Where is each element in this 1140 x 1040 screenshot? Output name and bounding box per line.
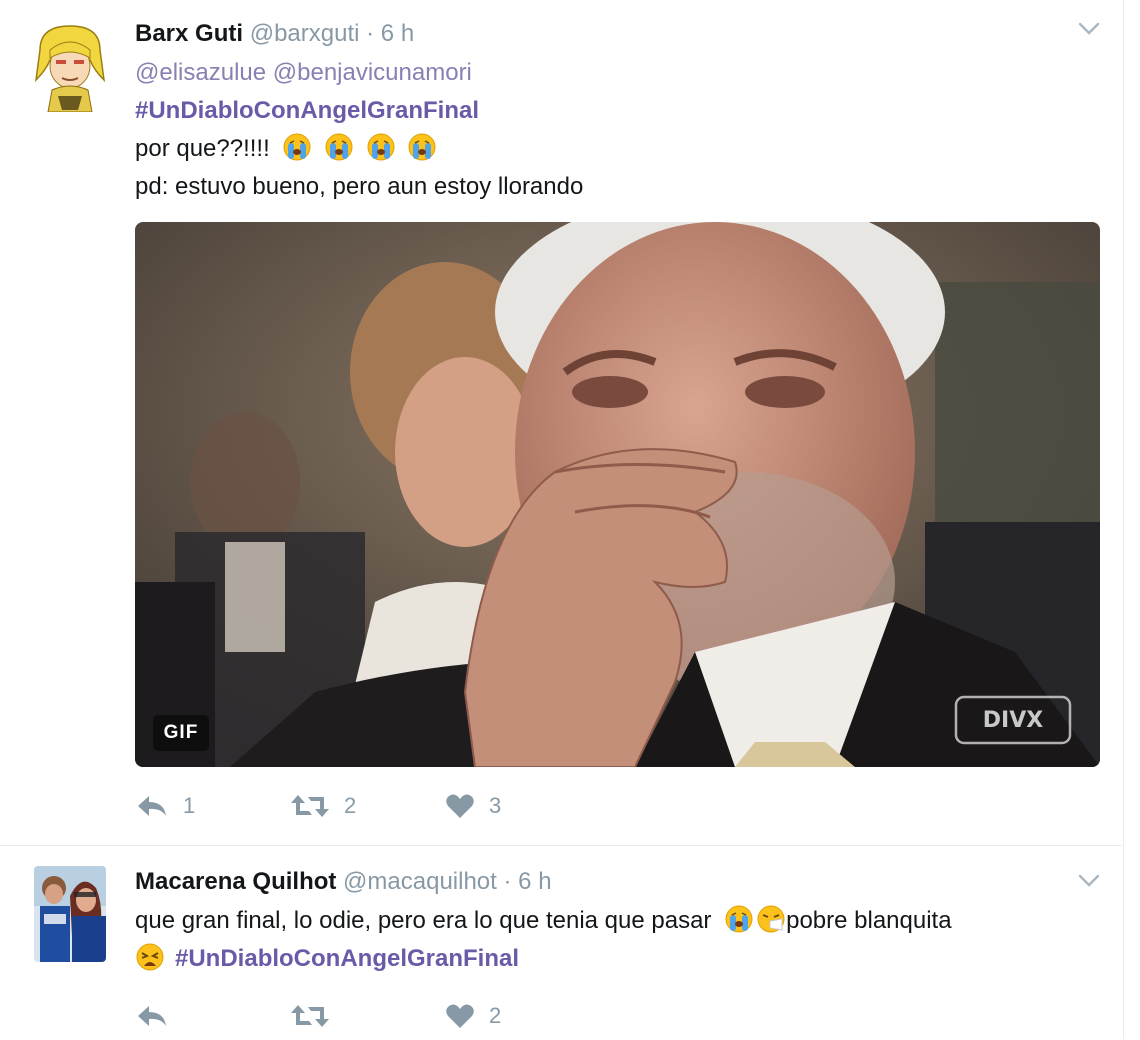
- tweet-text-line: que gran final, lo odie, pero era lo que…: [135, 902, 1102, 940]
- tweet[interactable]: Macarena Quilhot @macaquilhot · 6 h que …: [0, 845, 1122, 1040]
- tweet-header: Macarena Quilhot @macaquilhot · 6 h: [135, 862, 1102, 902]
- reply-button[interactable]: 1: [135, 786, 195, 826]
- reply-count: 1: [183, 793, 196, 818]
- crying-face-icon: [283, 133, 311, 161]
- heart-icon: [446, 794, 474, 818]
- tweet-time[interactable]: 6 h: [518, 868, 551, 895]
- like-count: 3: [489, 793, 502, 818]
- retweet-button[interactable]: [290, 996, 344, 1036]
- divx-watermark: DIVX: [954, 695, 1072, 745]
- avatar[interactable]: [34, 20, 106, 112]
- tweet-text: pobre blanquita: [786, 907, 952, 934]
- heart-icon: [446, 1004, 474, 1028]
- author-handle[interactable]: @macaquilhot: [343, 868, 497, 895]
- separator-dot: ·: [366, 20, 375, 47]
- retweet-icon: [291, 795, 329, 817]
- tweet[interactable]: Barx Guti @barxguti · 6 h @elisazulue @b…: [0, 0, 1122, 845]
- hashtag-link[interactable]: #UnDiabloConAngelGranFinal: [175, 945, 519, 972]
- gif-badge: GIF: [153, 715, 209, 751]
- reply-icon: [138, 796, 166, 816]
- timeline-border: [1123, 0, 1124, 1039]
- like-count: 2: [489, 1003, 502, 1028]
- separator-dot: ·: [503, 868, 512, 895]
- crying-face-icon: [367, 133, 395, 161]
- mentions[interactable]: @elisazulue @benjavicunamori: [135, 54, 1102, 92]
- tweet-text-line: por que??!!!!: [135, 130, 1102, 168]
- divx-label: DIVX: [983, 708, 1043, 733]
- tweet-text: que gran final, lo odie, pero era lo que…: [135, 907, 712, 934]
- reply-icon: [138, 1006, 166, 1026]
- author-fullname[interactable]: Barx Guti: [135, 20, 243, 47]
- reply-button[interactable]: [135, 996, 183, 1036]
- like-button[interactable]: 3: [445, 786, 501, 826]
- tweet-header: Barx Guti @barxguti · 6 h: [135, 14, 1102, 54]
- tweet-text: por que??!!!!: [135, 135, 270, 162]
- gif-media[interactable]: GIF DIVX: [135, 222, 1100, 767]
- crying-face-icon: [325, 133, 353, 161]
- tweet-text-line: #UnDiabloConAngelGranFinal: [135, 940, 1102, 978]
- tweet-time[interactable]: 6 h: [381, 20, 414, 47]
- retweet-count: 2: [344, 793, 357, 818]
- tweet-content: Macarena Quilhot @macaquilhot · 6 h que …: [135, 862, 1102, 978]
- tweet-content: Barx Guti @barxguti · 6 h @elisazulue @b…: [135, 14, 1102, 206]
- crying-face-icon: [725, 905, 753, 933]
- crying-face-icon: [408, 133, 436, 161]
- retweet-icon: [291, 1005, 329, 1027]
- hashtag-link[interactable]: #UnDiabloConAngelGranFinal: [135, 92, 1102, 130]
- weary-face-icon: [136, 943, 164, 971]
- author-handle[interactable]: @barxguti: [250, 20, 360, 47]
- like-button[interactable]: 2: [445, 996, 501, 1036]
- avatar[interactable]: [34, 866, 106, 962]
- retweet-button[interactable]: 2: [290, 786, 356, 826]
- emoji-group: [282, 133, 442, 162]
- author-fullname[interactable]: Macarena Quilhot: [135, 868, 336, 895]
- tweet-text: pd: estuvo bueno, pero aun estoy llorand…: [135, 173, 584, 200]
- sneezing-face-icon: [757, 905, 785, 933]
